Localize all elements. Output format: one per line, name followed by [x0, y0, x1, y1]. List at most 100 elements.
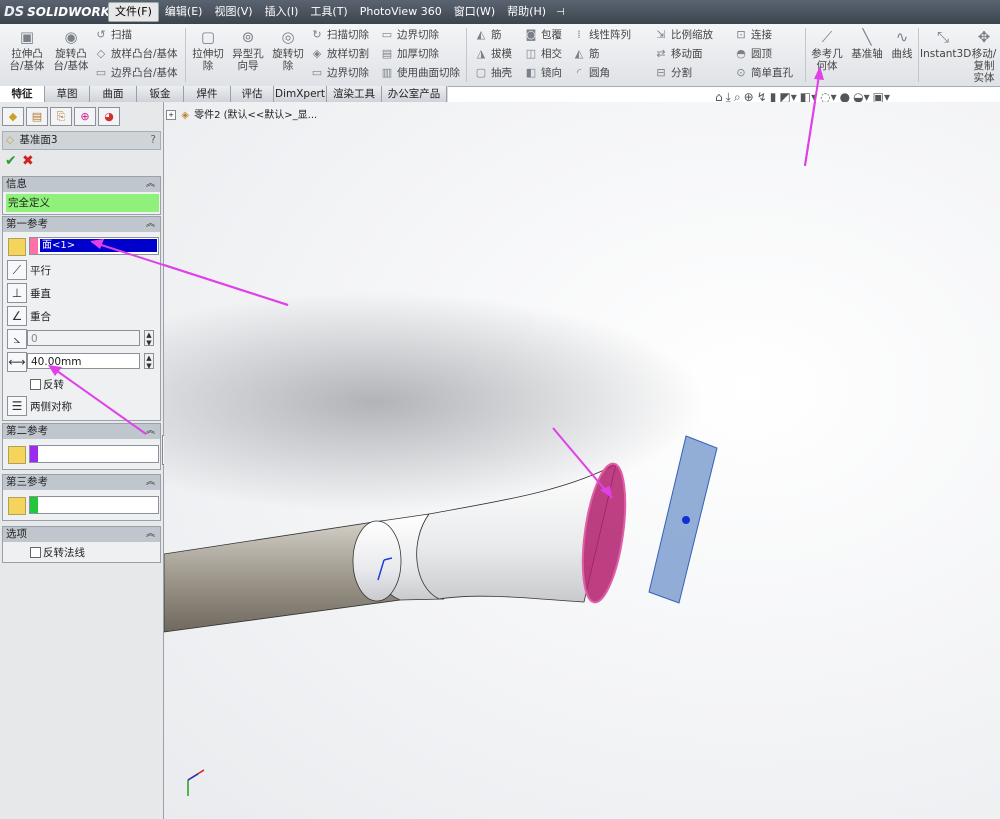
sweep-button[interactable]: ↺ 扫描 — [94, 26, 132, 44]
tab-features[interactable]: 特征 — [0, 86, 45, 102]
split-button[interactable]: ⊟ 分割 — [654, 64, 692, 82]
flip-normal-checkbox[interactable] — [30, 547, 41, 558]
boundary-cut2-button[interactable]: ▭ 边界切除 — [380, 26, 439, 44]
draft-button[interactable]: ◮ 拔模 — [474, 45, 512, 63]
options-section-body: 反转法线 — [2, 542, 161, 563]
menu-photoview[interactable]: PhotoView 360 — [354, 3, 448, 21]
loft-button[interactable]: ◇ 放样凸台/基体 — [94, 45, 178, 63]
connect-button[interactable]: ⊡ 连接 — [734, 26, 772, 44]
lofted-cut-button[interactable]: ◈ 放样切割 — [310, 45, 369, 63]
third-reference-header[interactable]: 第三参考 ︽ — [2, 474, 161, 491]
mid-plane-icon[interactable]: ☰ — [7, 396, 27, 416]
second-reference-body — [2, 439, 161, 470]
collapse-chevron-icon[interactable]: ︽ — [146, 217, 155, 232]
rib-button[interactable]: ◭ 筋 — [474, 26, 502, 44]
curves-button[interactable]: ∿ 曲线 — [888, 26, 916, 60]
property-manager-tab-icon[interactable]: ▤ — [26, 107, 48, 126]
parallel-icon[interactable]: ⟋ — [7, 260, 27, 280]
menu-insert[interactable]: 插入(I) — [259, 3, 305, 21]
menu-edit[interactable]: 编辑(E) — [159, 3, 209, 21]
move-copy-icon: ✥ — [977, 28, 991, 46]
thicken-cut-button[interactable]: ▤ 加厚切除 — [380, 45, 439, 63]
revolve-boss-button[interactable]: ◉ 旋转凸台/基体 — [50, 26, 92, 72]
help-button[interactable]: ? — [150, 132, 156, 149]
boundary-boss-button[interactable]: ▭ 边界凸台/基体 — [94, 64, 178, 82]
move-face-button[interactable]: ⇄ 移动面 — [654, 45, 702, 63]
perpendicular-label: 垂直 — [30, 288, 51, 300]
offset-distance-icon[interactable]: ⟷ — [7, 352, 27, 372]
instant3d-label: Instant3D — [920, 48, 972, 60]
revolve-cut-button[interactable]: ◎ 旋转切除 — [268, 26, 308, 72]
menu-file[interactable]: 文件(F) — [108, 2, 159, 22]
tab-evaluate[interactable]: 评估 — [231, 86, 274, 102]
swept-cut-button[interactable]: ↻ 扫描切除 — [310, 26, 369, 44]
angle-spinner[interactable]: ▲ ▼ — [144, 330, 154, 347]
collapse-chevron-icon[interactable]: ︽ — [146, 475, 155, 490]
third-reference-selection-box[interactable] — [29, 496, 159, 514]
tab-sketch[interactable]: 草图 — [45, 86, 90, 102]
extrude-boss-button[interactable]: ▣ 拉伸凸台/基体 — [6, 26, 48, 72]
feature-manager-tab-icon[interactable]: ◆ — [2, 107, 24, 126]
menu-view[interactable]: 视图(V) — [208, 3, 258, 21]
ok-checkmark-button[interactable]: ✔ — [5, 153, 17, 169]
intersect-button[interactable]: ◫ 相交 — [524, 45, 562, 63]
plane-handle-icon[interactable] — [682, 516, 690, 524]
menu-window[interactable]: 窗口(W) — [448, 3, 501, 21]
datum-axis-button[interactable]: ╲ 基准轴 — [848, 26, 886, 60]
cancel-x-button[interactable]: ✖ — [22, 153, 34, 169]
boundary-cut-icon: ▭ — [311, 66, 323, 79]
tab-sheet-metal[interactable]: 钣金 — [137, 86, 184, 102]
dome-button[interactable]: ◓ 圆顶 — [734, 45, 772, 63]
simple-hole-button[interactable]: ⊙ 简单直孔 — [734, 64, 793, 82]
pin-icon[interactable]: ⊣ — [556, 7, 565, 18]
fillet-button[interactable]: ◜ 圆角 — [572, 64, 610, 82]
info-section-header[interactable]: 信息 ︽ — [2, 176, 161, 193]
rib2-button[interactable]: ◭ 筋 — [572, 45, 600, 63]
second-reference-selection-box[interactable] — [29, 445, 159, 463]
angle-icon[interactable]: ⦣ — [7, 329, 27, 349]
linear-pattern-button[interactable]: ⁞ 线性阵列 — [572, 26, 631, 44]
coincident-icon[interactable]: ∠ — [7, 306, 27, 326]
mirror-button[interactable]: ◧ 镜向 — [524, 64, 562, 82]
sleeve-face[interactable] — [352, 520, 402, 602]
first-reference-header[interactable]: 第一参考 ︽ — [2, 216, 161, 233]
collapse-chevron-icon[interactable]: ︽ — [146, 424, 155, 439]
second-reference-header[interactable]: 第二参考 ︽ — [2, 423, 161, 440]
move-copy-body-button[interactable]: ✥ 移动/复制实体 — [968, 26, 1000, 84]
boundary-boss-label: 边界凸台/基体 — [111, 67, 178, 79]
flip-checkbox[interactable] — [30, 379, 41, 390]
perpendicular-icon[interactable]: ⊥ — [7, 283, 27, 303]
wrap-button[interactable]: ◙ 包覆 — [524, 26, 562, 44]
configuration-manager-tab-icon[interactable]: ⎘ — [50, 107, 72, 126]
surface-cut-icon: ▥ — [381, 66, 393, 79]
coordinate-triad-icon — [187, 769, 205, 796]
surface-cut-button[interactable]: ▥ 使用曲面切除 — [380, 64, 460, 82]
extrude-boss-icon: ▣ — [19, 28, 35, 46]
offset-distance-input[interactable]: 40.00mm — [27, 353, 140, 369]
angle-input[interactable]: 0 — [27, 330, 140, 346]
tab-render-tools[interactable]: 渲染工具 — [327, 86, 382, 102]
tab-surfaces[interactable]: 曲面 — [90, 86, 137, 102]
tab-office-products[interactable]: 办公室产品 — [382, 86, 447, 102]
display-manager-tab-icon[interactable]: ◕ — [98, 107, 120, 126]
options-section-header[interactable]: 选项 ︽ — [2, 526, 161, 543]
scale-button[interactable]: ⇲ 比例缩放 — [654, 26, 713, 44]
shell-button[interactable]: ▢ 抽壳 — [474, 64, 512, 82]
menu-help[interactable]: 帮助(H) — [501, 3, 552, 21]
collapse-chevron-icon[interactable]: ︽ — [146, 527, 155, 542]
tab-weldments[interactable]: 焊件 — [184, 86, 231, 102]
instant3d-button[interactable]: ⤡ Instant3D — [920, 26, 971, 60]
selected-face-item[interactable]: 面<1> — [40, 239, 157, 252]
tab-dimxpert[interactable]: DimXpert — [274, 86, 327, 102]
second-reference-label: 第二参考 — [6, 425, 48, 437]
dimxpert-manager-tab-icon[interactable]: ⊕ — [74, 107, 96, 126]
distance-spinner[interactable]: ▲ ▼ — [144, 353, 154, 370]
hole-wizard-button[interactable]: ⊚ 异型孔向导 — [228, 26, 268, 72]
collapse-chevron-icon[interactable]: ︽ — [146, 177, 155, 192]
boundary-cut-button[interactable]: ▭ 边界切除 — [310, 64, 369, 82]
scale-icon: ⇲ — [656, 28, 666, 41]
first-reference-selection-box[interactable]: 面<1> — [29, 237, 159, 255]
extrude-cut-button[interactable]: ▢ 拉伸切除 — [188, 26, 228, 72]
menu-tools[interactable]: 工具(T) — [304, 3, 353, 21]
reference-geometry-button[interactable]: ⟋ 参考几何体 — [808, 26, 846, 72]
